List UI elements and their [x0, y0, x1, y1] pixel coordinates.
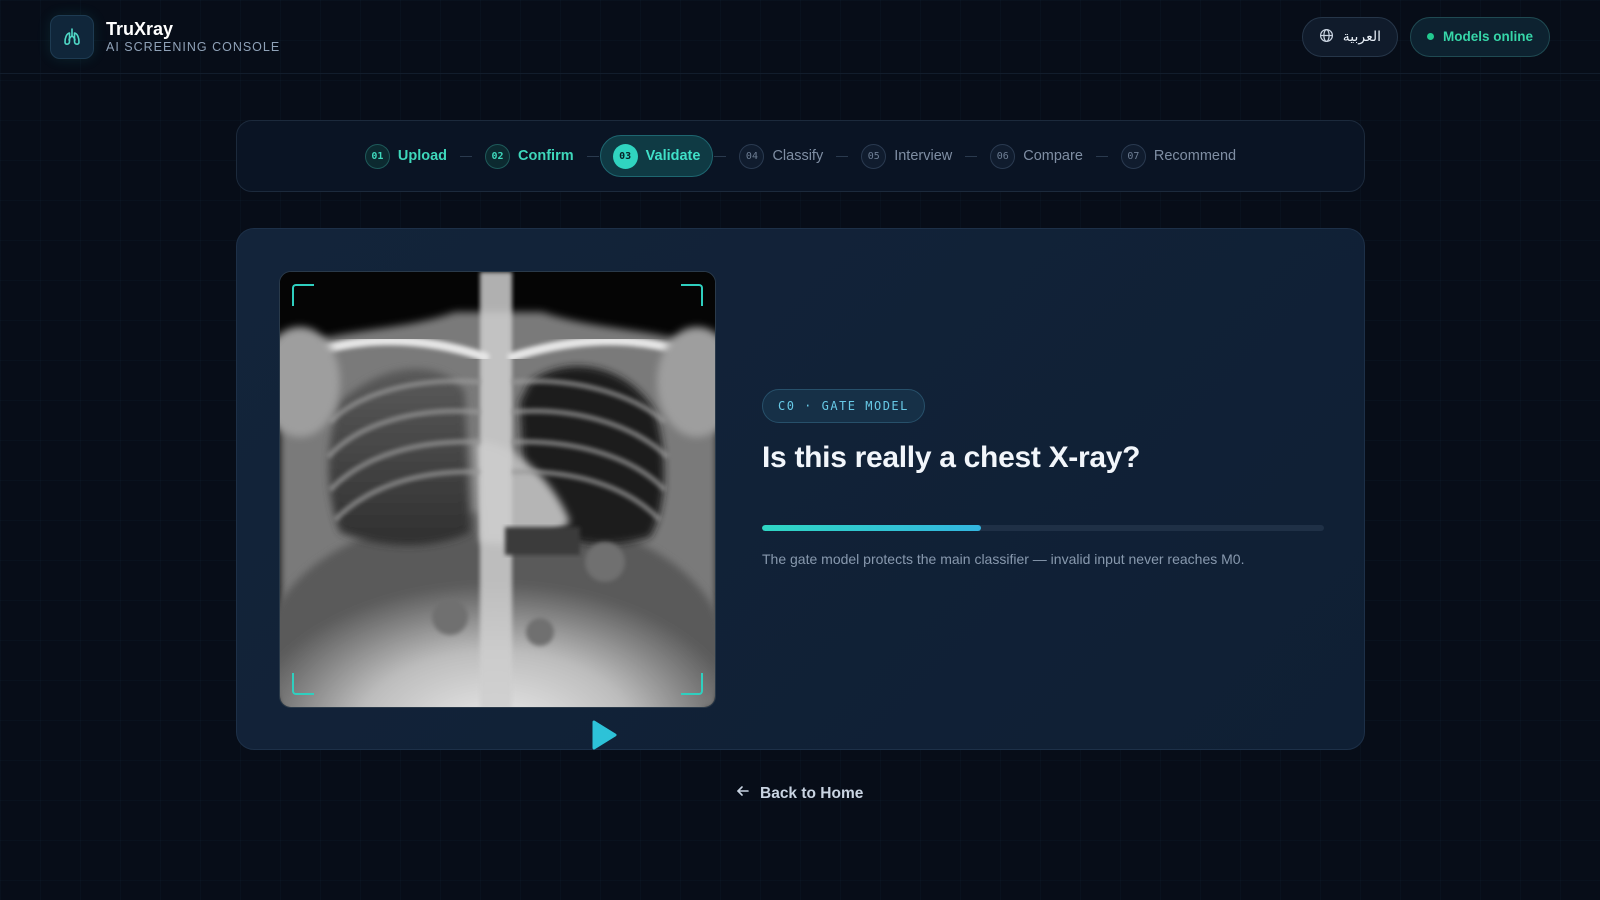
- step-number: 04: [739, 143, 765, 169]
- gate-model-tag: C0 · GATE MODEL: [762, 389, 925, 423]
- brand-name: TruXray: [106, 18, 174, 39]
- language-button[interactable]: العربية: [1301, 16, 1398, 57]
- step-compare[interactable]: 06 Compare: [978, 135, 1095, 177]
- brand-subtitle: AI SCREENING CONSOLE: [106, 39, 281, 54]
- step-number: 01: [364, 143, 390, 169]
- step-number: 05: [861, 143, 887, 169]
- step-separator: [586, 155, 599, 157]
- gate-description: The gate model protects the main classif…: [762, 551, 1245, 567]
- step-separator: [836, 155, 849, 157]
- step-number: 07: [1120, 143, 1146, 169]
- status-dot-icon: [1426, 33, 1434, 40]
- step-label: Classify: [772, 148, 824, 164]
- step-label: Recommend: [1153, 148, 1237, 164]
- step-separator: [965, 155, 978, 157]
- arrow-left-icon: [736, 784, 750, 803]
- frame-corner: [681, 673, 703, 695]
- step-upload[interactable]: 01 Upload: [353, 135, 459, 177]
- brand[interactable]: TruXray AI SCREENING CONSOLE: [50, 14, 281, 59]
- step-label: Interview: [894, 148, 953, 164]
- play-icon[interactable]: [590, 719, 618, 756]
- scan-status-line: [762, 489, 1324, 507]
- back-label: Back to Home: [760, 784, 864, 802]
- validation-card: C0 · GATE MODEL Is this really a chest X…: [236, 228, 1365, 750]
- step-recommend[interactable]: 07 Recommend: [1109, 135, 1248, 177]
- step-validate[interactable]: 03 Validate: [599, 135, 714, 177]
- back-to-home-link[interactable]: Back to Home: [736, 784, 863, 803]
- globe-icon: [1319, 28, 1334, 46]
- step-label: Validate: [645, 148, 701, 164]
- gate-info: C0 · GATE MODEL Is this really a chest X…: [762, 389, 1324, 567]
- step-label: Upload: [397, 148, 448, 164]
- step-separator: [1095, 155, 1108, 157]
- step-confirm[interactable]: 02 Confirm: [473, 135, 586, 177]
- progress-stepper: 01 Upload 02 Confirm 03 Validate 04 Clas…: [236, 120, 1365, 192]
- step-separator: [460, 155, 473, 157]
- step-interview[interactable]: 05 Interview: [849, 135, 964, 177]
- page-title: Is this really a chest X-ray?: [762, 441, 1141, 474]
- step-number: 03: [612, 143, 638, 169]
- step-separator: [714, 155, 727, 157]
- validation-progress-fill: [762, 525, 982, 531]
- frame-corner: [681, 284, 703, 306]
- xray-image: [279, 271, 716, 708]
- lungs-icon: [50, 14, 94, 59]
- status-label: Models online: [1442, 29, 1533, 44]
- step-classify[interactable]: 04 Classify: [727, 135, 835, 177]
- frame-corner: [292, 284, 314, 306]
- frame-corner: [292, 673, 314, 695]
- models-status-badge: Models online: [1409, 16, 1550, 57]
- step-label: Compare: [1023, 148, 1083, 164]
- step-number: 06: [990, 143, 1016, 169]
- step-label: Confirm: [518, 148, 574, 164]
- app-header: TruXray AI SCREENING CONSOLE العربية Mod…: [0, 0, 1600, 74]
- validation-progress-bar: [762, 525, 1324, 531]
- step-number: 02: [485, 143, 511, 169]
- language-label: العربية: [1342, 28, 1381, 44]
